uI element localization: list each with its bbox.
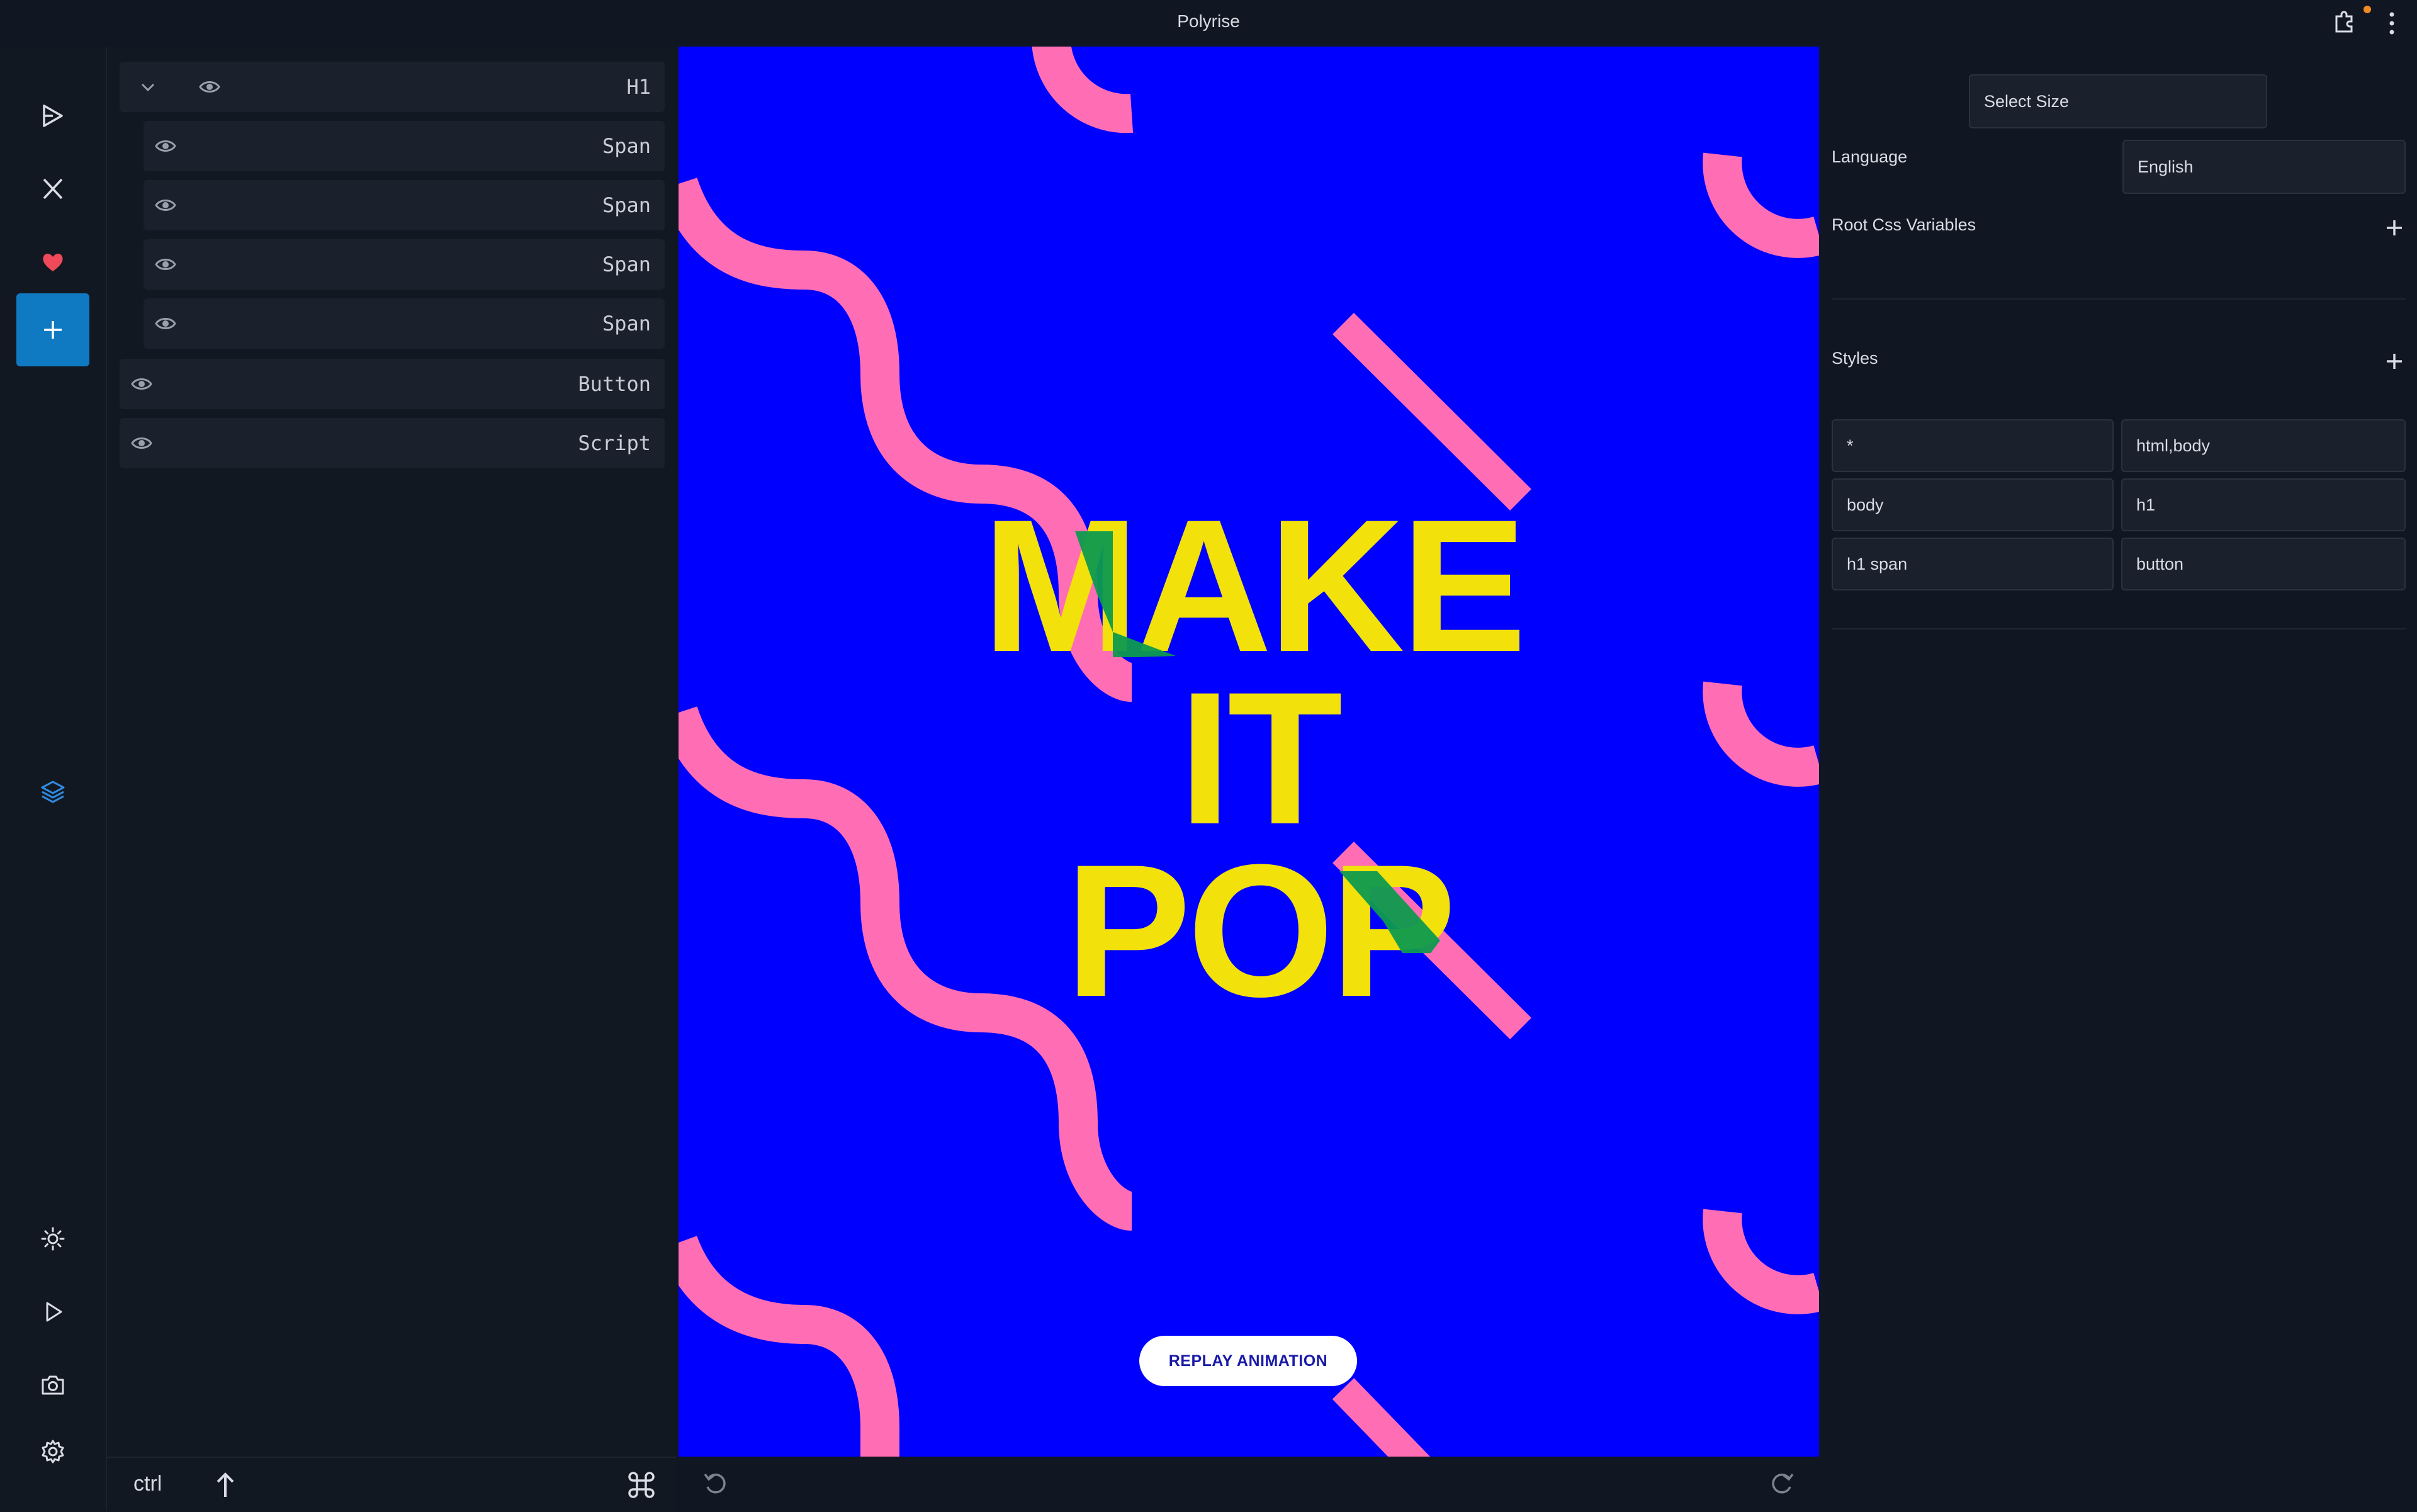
language-select[interactable]: English <box>2122 140 2406 194</box>
redo-icon[interactable] <box>1767 1469 1796 1498</box>
theme-toggle-button[interactable] <box>16 1202 89 1275</box>
layer-item-label: H1 <box>626 75 651 99</box>
layer-item-h1[interactable]: H1 <box>120 62 665 112</box>
eye-icon[interactable] <box>155 195 176 215</box>
preview-canvas[interactable]: MAKE IT POP REPLAY ANIMATION <box>679 47 1819 1457</box>
layer-item-label: Button <box>578 372 651 396</box>
select-size-dropdown[interactable]: Select Size <box>1969 74 2267 128</box>
root-css-variables-label: Root Css Variables <box>1832 215 1976 234</box>
arrow-up-icon[interactable] <box>213 1469 238 1501</box>
layer-item-label: Span <box>602 312 651 336</box>
settings-button[interactable] <box>16 1415 89 1488</box>
plus-icon <box>44 321 62 339</box>
sun-icon <box>41 1227 65 1251</box>
chevron-down-icon[interactable] <box>137 77 159 97</box>
layer-item-span[interactable]: Span <box>144 121 665 171</box>
divider <box>1832 298 2406 300</box>
style-selector-html-body[interactable]: html,body <box>2121 419 2406 472</box>
style-selector-h1[interactable]: h1 <box>2121 478 2406 531</box>
style-selector-button[interactable]: button <box>2121 538 2406 590</box>
canvas-toolbar <box>679 1457 1819 1511</box>
shortcut-bar: ctrl <box>107 1457 676 1512</box>
style-selector-h1-span[interactable]: h1 span <box>1832 538 2114 590</box>
command-key-icon[interactable] <box>626 1469 657 1501</box>
undo-icon[interactable] <box>701 1469 730 1498</box>
left-rail <box>0 47 107 1511</box>
app-title: Polyrise <box>1177 11 1240 31</box>
style-selector-body[interactable]: body <box>1832 478 2114 531</box>
layer-item-label: Script <box>578 431 651 455</box>
more-vertical-icon[interactable] <box>2380 9 2403 38</box>
style-selector-universal[interactable]: * <box>1832 419 2114 472</box>
extension-icon[interactable] <box>2331 10 2357 35</box>
styles-label: Styles <box>1832 349 1878 368</box>
screenshot-button[interactable] <box>16 1348 89 1421</box>
eye-icon[interactable] <box>155 136 176 156</box>
properties-panel: Select Size Language English Root Css Va… <box>1820 47 2417 1511</box>
eye-icon[interactable] <box>155 254 176 274</box>
layer-item-span[interactable]: Span <box>144 298 665 349</box>
layer-item-label: Span <box>602 193 651 217</box>
layer-item-span[interactable]: Span <box>144 180 665 230</box>
layer-item-span[interactable]: Span <box>144 239 665 290</box>
add-style-icon[interactable] <box>2383 350 2406 373</box>
deploy-button[interactable] <box>16 79 89 152</box>
layer-item-label: Span <box>602 252 651 276</box>
title-bar: Polyrise <box>0 0 2417 47</box>
add-element-button[interactable] <box>16 293 89 366</box>
eye-icon[interactable] <box>131 374 152 394</box>
eye-icon[interactable] <box>155 313 176 334</box>
layer-item-script[interactable]: Script <box>120 418 665 468</box>
layer-item-button[interactable]: Button <box>120 359 665 409</box>
preview-button[interactable] <box>16 1275 89 1348</box>
x-logo-icon <box>43 178 63 200</box>
layer-item-label: Span <box>602 134 651 158</box>
add-root-variable-icon[interactable] <box>2383 217 2406 239</box>
notification-dot <box>2363 6 2371 13</box>
layers-panel: H1 Span Span Span Span Button Script <box>107 47 676 1457</box>
play-icon <box>46 1302 62 1322</box>
divider <box>1832 628 2406 629</box>
eye-icon[interactable] <box>131 433 152 453</box>
heart-icon <box>43 254 63 271</box>
favorite-button[interactable] <box>16 225 89 298</box>
gear-icon <box>42 1440 64 1464</box>
x-share-button[interactable] <box>16 152 89 225</box>
layers-icon <box>41 781 65 803</box>
overlap-shapes <box>1075 531 1440 953</box>
replay-animation-button[interactable]: REPLAY ANIMATION <box>1139 1336 1357 1386</box>
language-label: Language <box>1832 147 1908 166</box>
ctrl-key[interactable]: ctrl <box>133 1472 162 1496</box>
camera-icon <box>42 1375 64 1395</box>
eye-icon[interactable] <box>199 77 220 97</box>
deploy-icon <box>43 104 63 127</box>
layers-button[interactable] <box>16 755 89 828</box>
